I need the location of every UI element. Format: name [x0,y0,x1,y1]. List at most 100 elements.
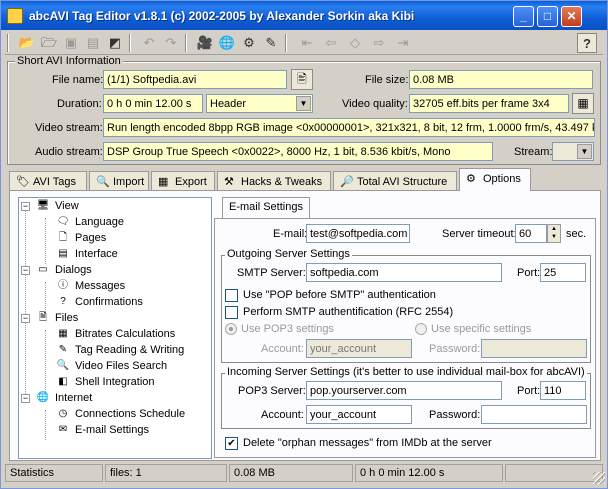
tree-item-messages[interactable]: ⓘ Messages [55,278,125,294]
tree-item-dialogs[interactable]: ▭ Dialogs [35,262,91,278]
spin-up-icon[interactable]: ▲ [548,225,560,233]
diamond-icon[interactable]: ◇ [345,33,365,53]
video-quality-button[interactable]: ▦ [572,93,594,114]
help-button[interactable]: ? [577,33,597,53]
header-select[interactable]: Header ▼ [206,94,313,113]
status-empty [505,464,603,482]
pop-before-smtp-label: Use "POP before SMTP" authentication [243,289,436,301]
chevron-down-icon[interactable]: ▼ [296,96,311,111]
maximize-button[interactable]: □ [537,6,558,27]
globe-icon[interactable]: 🌐 [217,33,237,53]
tree-item-email-settings[interactable]: ✉ E-mail Settings [55,422,149,438]
server-timeout-field[interactable]: 60 [515,224,547,243]
pop3-server-label: POP3 Server: [238,385,306,397]
timeout-stepper[interactable]: ▲ ▼ [547,224,561,243]
server-timeout-label: Server timeout: [442,228,517,240]
pop3-port-field[interactable]: 110 [540,381,586,400]
prev-icon[interactable]: ⇦ [321,33,341,53]
save-icon[interactable]: ▣ [61,33,81,53]
tree-item-files[interactable]: 🗎 Files [35,310,78,326]
tree-item-shell-integration[interactable]: ◧ Shell Integration [55,374,154,390]
rename-file-button[interactable]: 🖹 [291,69,313,90]
next-icon[interactable]: ⇨ [369,33,389,53]
status-bar: Statistics files: 1 0.08 MB 0 h 0 min 12… [5,462,605,484]
toolbar-separator [285,34,287,52]
collapse-icon[interactable]: − [21,394,30,403]
calculator-icon: ▦ [58,328,68,340]
tab-options[interactable]: ⚙ Options [459,168,531,191]
redo-icon[interactable]: ↷ [161,33,181,53]
spin-down-icon[interactable]: ▼ [548,233,560,241]
options-panel: − 🖥 View 🗨 Language 🗋 Pages ▤ Interface − ▭ D… [9,190,601,461]
open-folder-icon[interactable]: 📂 [17,33,37,53]
tree-line [45,282,46,312]
open-multiple-icon[interactable]: 🗁 [39,33,59,53]
interface-icon: ▤ [58,248,68,260]
first-icon[interactable]: ⇤ [297,33,317,53]
smtp-auth-checkbox[interactable] [225,306,238,319]
minimize-button[interactable]: _ [513,6,534,27]
password-in-field[interactable] [481,405,587,424]
stream-select[interactable]: ▼ [552,142,594,161]
collapse-icon[interactable]: − [21,314,30,323]
chevron-down-icon[interactable]: ▼ [577,144,592,159]
account-in-field[interactable]: your_account [306,405,412,424]
collapse-icon[interactable]: − [21,202,30,211]
tree-item-bitrates[interactable]: ▦ Bitrates Calculations [55,326,175,342]
file-name-field[interactable]: (1/1) Softpedia.avi [103,70,287,89]
save-all-icon[interactable]: ▤ [83,33,103,53]
use-pop3-radio[interactable] [225,323,237,335]
close-button[interactable]: ✕ [561,6,582,27]
tab-export[interactable]: ▦ Export [151,171,215,191]
account-out-field[interactable]: your_account [306,339,412,358]
settings-icon[interactable]: ⚙ [239,33,259,53]
export-icon[interactable]: ◩ [105,33,125,53]
tree-line [25,206,26,398]
tree-item-language[interactable]: 🗨 Language [55,214,124,230]
toolbar-separator [185,34,187,52]
smtp-server-field[interactable]: softpedia.com [306,263,502,282]
monitor-icon: 🖥 [36,200,50,212]
tab-total-avi-structure[interactable]: 🔎 Total AVI Structure [333,171,457,191]
info-icon: ⓘ [58,280,68,292]
video-stream-field: Run length encoded 8bpp RGB image <0x000… [103,118,595,137]
outgoing-title: Outgoing Server Settings [225,248,352,260]
use-specific-radio[interactable] [415,323,427,335]
tab-import[interactable]: 🔍 Import [89,171,149,191]
tree-item-tag-reading-writing[interactable]: ✎ Tag Reading & Writing [55,342,184,358]
collapse-icon[interactable]: − [21,266,30,275]
search-icon: 🔍 [56,360,70,372]
file-size-field: 0.08 MB [409,70,593,89]
tree-item-connections-schedule[interactable]: ◷ Connections Schedule [55,406,185,422]
tree-item-video-files-search[interactable]: 🔍 Video Files Search [55,358,167,374]
use-pop3-label: Use POP3 settings [241,323,334,335]
tree-item-internet[interactable]: 🌐 Internet [35,390,93,406]
tools-icon[interactable]: ✎ [261,33,281,53]
window-title: abcAVI Tag Editor v1.8.1 (c) 2002-2005 b… [29,9,415,23]
table-icon: ▦ [158,176,169,188]
smtp-port-field[interactable]: 25 [540,263,586,282]
pop-before-smtp-checkbox[interactable] [225,289,238,302]
resize-grip[interactable] [593,472,605,484]
tab-hacks-tweaks[interactable]: ⚒ Hacks & Tweaks [217,171,331,191]
title-bar: abcAVI Tag Editor v1.8.1 (c) 2002-2005 b… [1,1,607,30]
pop3-server-field[interactable]: pop.yourserver.com [306,381,502,400]
last-icon[interactable]: ⇥ [393,33,413,53]
video-quality-label: Video quality: [342,98,408,110]
password-out-field[interactable] [481,339,587,358]
tree-item-confirmations[interactable]: ? Confirmations [55,294,143,310]
file-name-label: File name: [52,74,104,86]
delete-orphan-checkbox[interactable]: ✔ [225,437,238,450]
film-icon[interactable]: 🎥 [195,33,215,53]
tree-item-interface[interactable]: ▤ Interface [55,246,118,262]
timeout-unit: sec. [566,228,587,240]
tab-avi-tags[interactable]: 🏷 AVI Tags [9,171,87,191]
tree-item-view[interactable]: 🖥 View [35,198,79,214]
undo-icon[interactable]: ↶ [139,33,159,53]
magnifier-icon: 🔍 [96,176,110,188]
tab-email-settings[interactable]: E-mail Settings [222,197,310,219]
email-field[interactable]: test@softpedia.com [306,224,410,243]
shell-icon: ◧ [58,376,68,388]
tree-item-pages[interactable]: 🗋 Pages [55,230,106,246]
short-info-title: Short AVI Information [15,55,123,67]
